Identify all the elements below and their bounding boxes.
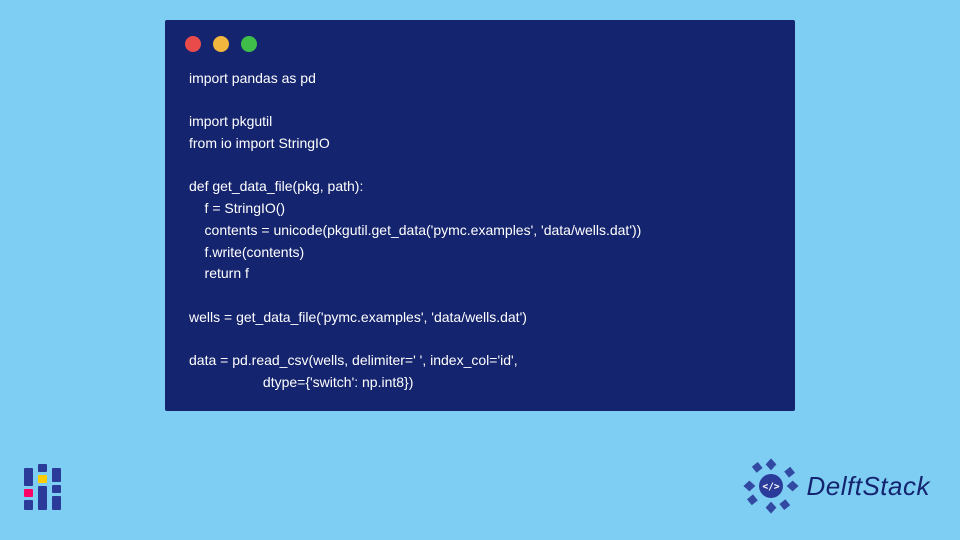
logo-bar: [52, 468, 61, 482]
maximize-icon[interactable]: [241, 36, 257, 52]
window-titlebar: [165, 20, 795, 60]
code-window: import pandas as pd import pkgutil from …: [165, 20, 795, 411]
logo-bar: [52, 485, 61, 493]
close-icon[interactable]: [185, 36, 201, 52]
logo-bar: [38, 464, 47, 472]
logo-bar: [38, 486, 47, 510]
minimize-icon[interactable]: [213, 36, 229, 52]
code-body: import pandas as pd import pkgutil from …: [165, 60, 795, 393]
logo-bar: [24, 500, 33, 510]
delftstack-logo: </> DelftStack: [741, 456, 931, 516]
logo-bar: [24, 468, 33, 486]
logo-bar: [52, 496, 61, 510]
logo-bar: [38, 475, 47, 483]
badge-text: </>: [762, 482, 780, 493]
delftstack-badge-icon: </>: [741, 456, 801, 516]
logo-bar: [24, 489, 33, 497]
bars-logo-icon: [24, 468, 62, 510]
brand-name: DelftStack: [807, 471, 931, 502]
